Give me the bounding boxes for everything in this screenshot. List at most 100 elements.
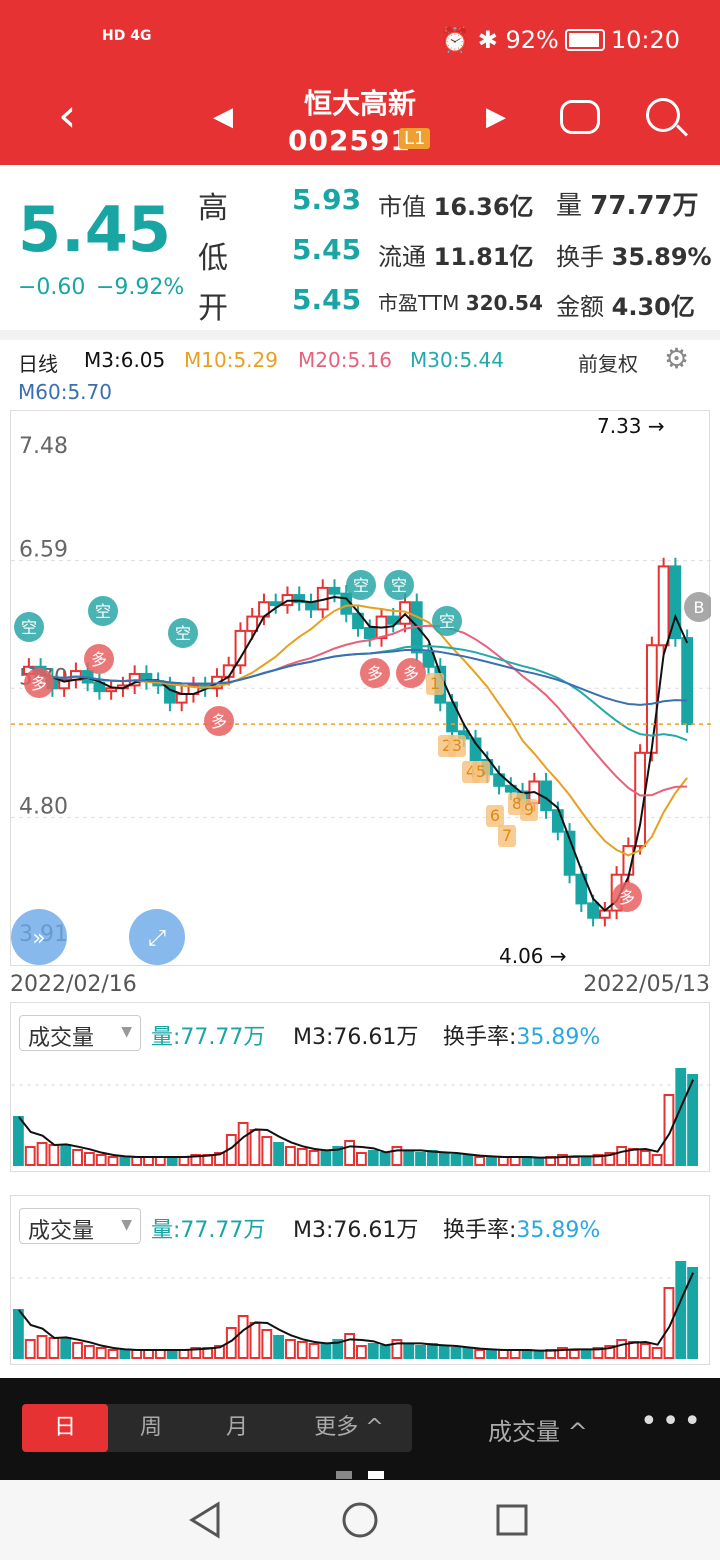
volume-bar [415, 1345, 426, 1359]
vol-value: 77.77万 [590, 191, 699, 221]
stock-name: 恒大高新 [303, 87, 416, 120]
volume-bar [568, 1156, 580, 1166]
volume-bar [261, 1329, 273, 1359]
countdown-number: 7 [502, 826, 512, 845]
search-icon[interactable] [646, 98, 680, 132]
volume-bar [166, 1349, 178, 1359]
candle [551, 809, 564, 833]
volume-bar [616, 1146, 628, 1166]
gear-icon[interactable]: ⚙ [664, 342, 689, 375]
volume-bar [580, 1349, 592, 1359]
robot-icon[interactable] [560, 100, 600, 134]
volume-bar [143, 1349, 154, 1359]
volume-bar [178, 1349, 190, 1359]
candle [246, 615, 259, 632]
vol-qty: 量:77.77万 [151, 1025, 266, 1050]
volume-bar [143, 1156, 154, 1166]
volume-bar [131, 1156, 143, 1166]
tab-week[interactable]: 周 [108, 1404, 194, 1452]
volume-panel-1: 成交量 ▼ 量:77.77万 M3:76.61万 换手率:35.89% [10, 1002, 711, 1172]
float-label: 流通 [378, 243, 426, 271]
indicator-selector[interactable]: 成交量 ▼ [19, 1208, 141, 1244]
indicator-dropdown[interactable]: 成交量 ^ [488, 1412, 588, 1447]
volume-bar [119, 1349, 131, 1359]
volume-bar [48, 1337, 60, 1359]
volume-bars [11, 1068, 711, 1166]
status-bar: HD 4G ⏰ ✱ 92% 10:20 [0, 22, 720, 62]
volume-bar [36, 1335, 48, 1359]
network-indicator: HD 4G [102, 28, 152, 44]
volume-bar [296, 1148, 308, 1166]
volume-bar [308, 1150, 320, 1166]
candle [175, 693, 188, 704]
volume-bar [474, 1156, 486, 1166]
volume-bar [521, 1349, 533, 1359]
volume-bar [426, 1343, 438, 1359]
pe-value: 320.54 [465, 291, 543, 315]
volume-bar [344, 1333, 356, 1359]
volume-bar [285, 1339, 296, 1359]
volume-bar [95, 1347, 107, 1359]
marker-duo-text: 多 [403, 664, 419, 683]
marker-kong-text: 空 [439, 612, 455, 631]
turnover-rate-label: 换手率: [443, 1025, 517, 1050]
next-stock-icon[interactable]: ▶ [486, 102, 506, 132]
countdown-number: 1 [430, 674, 440, 693]
volume-bar [237, 1122, 249, 1166]
volume-bar [154, 1156, 166, 1166]
turnover-rate-value: 35.89% [516, 1218, 601, 1243]
ma3-line [28, 595, 689, 912]
vol-turnover: 换手率:35.89% [443, 1212, 600, 1244]
tab-month[interactable]: 月 [194, 1404, 280, 1452]
volume-bar [320, 1343, 332, 1359]
volume-bar [273, 1142, 285, 1166]
volume-panel-2: 成交量 ▼ 量:77.77万 M3:76.61万 换手率:35.89% [10, 1195, 711, 1365]
volume-bars [11, 1261, 711, 1359]
candle [587, 902, 599, 919]
price-change: −0.60 [18, 275, 86, 300]
volume-bar [60, 1144, 72, 1166]
volume-bar [462, 1347, 474, 1359]
marker-kong-text: 空 [391, 576, 407, 595]
ma-legend: 日线 M3:6.05 M10:5.29 M20:5.16 M30:5.44 M6… [0, 340, 720, 410]
marker-duo-text: 多 [619, 888, 635, 907]
y-axis-label: 7.48 [19, 434, 68, 459]
volume-bar [497, 1349, 509, 1359]
battery-icon [564, 29, 605, 51]
more-menu-icon[interactable]: ••• [640, 1404, 705, 1439]
volume-m3-line [18, 1272, 695, 1352]
marker-kong-text: 空 [95, 602, 111, 621]
price-change-pct: −9.92% [96, 275, 185, 300]
low-mark-label: 4.06 → [499, 944, 567, 967]
float-value: 11.81亿 [433, 243, 534, 271]
marker-duo-text: 多 [31, 674, 47, 693]
volume-bar [356, 1152, 367, 1166]
kline-chart[interactable]: 7.486.595.704.803.917.33 →4.06 →空空空空空空多多… [10, 410, 714, 968]
clock: 10:20 [610, 26, 680, 54]
volume-bar [237, 1315, 249, 1359]
caret-down-icon: ▼ [121, 1217, 132, 1233]
tab-day[interactable]: 日 [22, 1404, 108, 1452]
low-label: 低 [198, 241, 228, 276]
vol-qty: 量:77.77万 [151, 1218, 266, 1243]
tab-more[interactable]: 更多 ^ [290, 1404, 408, 1452]
countdown-number: 6 [490, 806, 500, 825]
volume-bar [450, 1154, 462, 1166]
candle [422, 651, 435, 668]
high-mark-label: 7.33 → [597, 414, 665, 438]
vol-turnover: 换手率:35.89% [443, 1019, 600, 1051]
indicator-selector[interactable]: 成交量 ▼ [19, 1015, 141, 1051]
volume-bar [367, 1150, 379, 1166]
open-value: 5.45 [292, 283, 362, 316]
volume-bar [308, 1343, 320, 1359]
candle [105, 687, 118, 693]
adjust-selector[interactable]: 前复权 [578, 348, 638, 377]
volume-bar [403, 1150, 415, 1166]
volume-bar [639, 1150, 651, 1166]
volume-bar [533, 1158, 545, 1166]
volume-bar [154, 1349, 166, 1359]
candle [645, 644, 658, 754]
caret-down-icon: ▼ [121, 1024, 132, 1040]
page-indicator [336, 1471, 384, 1479]
candle [269, 601, 282, 607]
